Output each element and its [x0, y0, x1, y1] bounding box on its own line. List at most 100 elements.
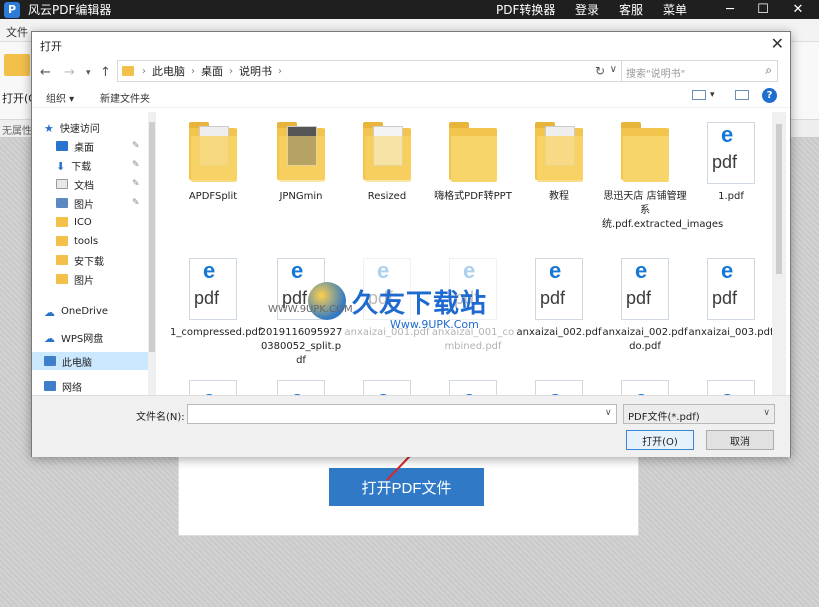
nav-ico-folder[interactable]: ICO: [56, 213, 92, 231]
help-icon[interactable]: ?: [762, 88, 777, 103]
nav-network[interactable]: 网络: [44, 377, 82, 395]
app-titlebar: P 风云PDF编辑器: [0, 0, 819, 19]
refresh-icon[interactable]: ↻: [595, 64, 605, 78]
folder-icon: [363, 122, 411, 184]
minimize-button[interactable]: ─: [715, 0, 745, 19]
document-icon: [56, 179, 68, 189]
menu-link[interactable]: 菜单: [663, 0, 687, 19]
close-button[interactable]: ✕: [783, 0, 813, 19]
cancel-button[interactable]: 取消: [706, 430, 774, 450]
filename-input[interactable]: [187, 404, 617, 424]
forward-arrow-icon[interactable]: →: [64, 65, 75, 80]
maximize-button[interactable]: ☐: [748, 0, 778, 19]
up-arrow-icon[interactable]: ↑: [100, 65, 111, 80]
address-bar[interactable]: › 此电脑 › 桌面 › 说明书 › ∨: [117, 60, 622, 82]
address-row: ← → ▾ ↑ › 此电脑 › 桌面 › 说明书 › ∨ ↻ 搜索"说明书" ⌕: [32, 58, 790, 88]
open-file-dialog: 打开 ✕ ← → ▾ ↑ › 此电脑 › 桌面 › 说明书 › ∨ ↻ 搜索"说…: [31, 31, 791, 457]
dialog-title: 打开: [40, 40, 62, 53]
nav-tools-folder[interactable]: tools: [56, 232, 98, 250]
pdf-file-item[interactable]: e pdf anxaizai_002.pdfdo.pdf: [602, 258, 688, 354]
nav-anxz-folder[interactable]: 安下载: [56, 251, 104, 269]
recent-dropdown-icon[interactable]: ▾: [86, 68, 91, 78]
download-icon: ⬇: [56, 160, 66, 173]
filename-dropdown-icon[interactable]: ∨: [605, 408, 612, 418]
pin-icon: ✎: [132, 141, 140, 151]
pdf-file-icon[interactable]: e: [535, 380, 583, 395]
organize-button[interactable]: 组织 ▾: [46, 90, 74, 105]
file-list-scroll-thumb[interactable]: [776, 124, 782, 274]
pdf-file-icon[interactable]: e: [449, 380, 497, 395]
folder-icon: [277, 122, 325, 184]
preview-pane-icon[interactable]: [735, 90, 749, 100]
pdf-file-item[interactable]: e pdf anxaizai_002.pdf: [516, 258, 602, 340]
folder-icon: [56, 236, 68, 246]
search-icon[interactable]: ⌕: [765, 63, 772, 78]
nav-download[interactable]: ⬇ 下载: [56, 156, 91, 174]
navigation-pane: ★ 快速访问 桌面 ✎ ⬇ 下载 ✎ 文档 ✎ 图片 ✎ ICO tools 安…: [32, 112, 156, 395]
service-link[interactable]: 客服: [619, 0, 643, 19]
folder-item[interactable]: Resized: [344, 122, 430, 204]
command-bar: 组织 ▾ 新建文件夹 ▾ ?: [32, 88, 790, 108]
view-dropdown-icon[interactable]: ▾: [710, 90, 715, 100]
nav-wps-drive[interactable]: ☁ WPS网盘: [44, 328, 103, 346]
folder-item[interactable]: 嗨格式PDF转PPT: [430, 122, 516, 204]
pdf-file-icon: e pdf: [621, 258, 669, 320]
view-options-icon[interactable]: [692, 90, 706, 100]
folder-icon: [56, 274, 68, 284]
nav-desktop[interactable]: 桌面: [56, 137, 94, 155]
pdf-file-icon[interactable]: e: [189, 380, 237, 395]
network-icon: [44, 381, 56, 391]
breadcrumb-desktop[interactable]: 桌面: [201, 63, 223, 79]
nav-quick-access[interactable]: ★ 快速访问: [44, 118, 100, 136]
open-button[interactable]: 打开(O): [626, 430, 694, 450]
pdf-file-icon[interactable]: e: [707, 380, 755, 395]
nav-scroll-thumb[interactable]: [149, 122, 155, 352]
filetype-dropdown-icon[interactable]: ∨: [763, 408, 770, 418]
folder-item[interactable]: 教程: [516, 122, 602, 204]
search-placeholder: 搜索"说明书": [626, 69, 686, 80]
filename-label: 文件名(N):: [136, 412, 185, 423]
dialog-bottom-bar: 文件名(N): ∨ PDF文件(*.pdf) ∨ 打开(O) 取消: [32, 395, 790, 457]
dialog-titlebar: 打开 ✕: [32, 32, 790, 58]
filetype-select[interactable]: PDF文件(*.pdf) ∨: [623, 404, 775, 424]
folder-item[interactable]: APDFSplit: [170, 122, 256, 204]
watermark-url: WWW.9UPK.COM: [268, 304, 353, 315]
pdf-file-icon[interactable]: e: [277, 380, 325, 395]
nav-this-pc[interactable]: 此电脑: [32, 352, 148, 370]
nav-documents[interactable]: 文档: [56, 175, 94, 193]
folder-item[interactable]: 思迅天店 店铺管理系统.pdf.extracted_images: [602, 122, 723, 232]
login-link[interactable]: 登录: [575, 0, 599, 19]
folder-item[interactable]: JPNGmin: [258, 122, 344, 204]
app-title: 风云PDF编辑器: [28, 3, 112, 17]
breadcrumb-manual[interactable]: 说明书: [239, 63, 272, 79]
nav-pictures[interactable]: 图片: [56, 194, 94, 212]
open-folder-icon[interactable]: [4, 54, 30, 76]
pdf-file-icon[interactable]: e: [363, 380, 411, 395]
nav-pictures-folder[interactable]: 图片: [56, 270, 94, 288]
pdf-converter-link[interactable]: PDF转换器: [496, 0, 555, 19]
pdf-file-item[interactable]: e pdf 1_compressed.pdf: [170, 258, 261, 340]
pdf-file-item[interactable]: e pdf anxaizai_003.pdf: [688, 258, 774, 340]
pdf-file-icon: e pdf: [707, 258, 755, 320]
pdf-file-item[interactable]: e pdf 1.pdf: [688, 122, 774, 204]
computer-icon: [44, 356, 56, 366]
pdf-file-icon: e pdf: [535, 258, 583, 320]
breadcrumb-this-pc[interactable]: 此电脑: [152, 63, 185, 79]
app-logo-icon: P: [4, 1, 20, 18]
back-arrow-icon[interactable]: ←: [40, 65, 51, 80]
cloud-icon: ☁: [44, 332, 55, 345]
status-text: 无属性: [2, 126, 32, 137]
pdf-file-icon[interactable]: e: [621, 380, 669, 395]
pin-icon: ✎: [132, 198, 140, 208]
dialog-close-icon[interactable]: ✕: [771, 34, 784, 53]
pin-icon: ✎: [132, 179, 140, 189]
nav-onedrive[interactable]: ☁ OneDrive: [44, 302, 108, 320]
pin-icon: ✎: [132, 160, 140, 170]
folder-icon: [535, 122, 583, 184]
folder-icon: [621, 122, 669, 184]
search-input[interactable]: 搜索"说明书" ⌕: [621, 60, 778, 82]
menu-file[interactable]: 文件: [6, 24, 28, 40]
pdf-file-icon: e pdf: [707, 122, 755, 184]
new-folder-button[interactable]: 新建文件夹: [100, 90, 150, 105]
address-dropdown-icon[interactable]: ∨: [610, 64, 617, 75]
